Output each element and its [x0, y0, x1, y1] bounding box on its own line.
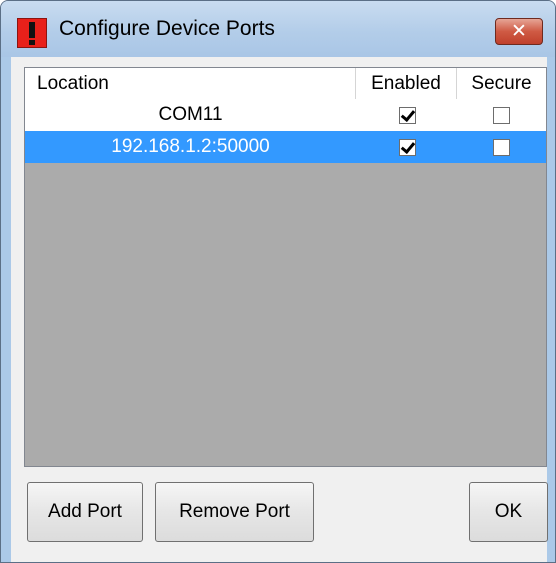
- title-bar[interactable]: Configure Device Ports ✕: [1, 1, 555, 57]
- exclamation-app-icon: [17, 18, 47, 48]
- add-port-button[interactable]: Add Port: [27, 482, 143, 542]
- ports-list[interactable]: Location Enabled Secure COM11 192.168.1.…: [24, 67, 547, 467]
- dialog-client-area: Location Enabled Secure COM11 192.168.1.…: [11, 57, 548, 562]
- location-cell: COM11: [158, 104, 223, 125]
- enabled-checkbox[interactable]: [399, 139, 416, 156]
- column-header-location[interactable]: Location: [25, 68, 356, 99]
- secure-checkbox[interactable]: [493, 139, 510, 156]
- list-header: Location Enabled Secure: [25, 68, 546, 100]
- window-title: Configure Device Ports: [59, 17, 275, 40]
- column-header-secure[interactable]: Secure: [457, 68, 546, 99]
- secure-checkbox[interactable]: [493, 107, 510, 124]
- column-header-enabled[interactable]: Enabled: [356, 68, 457, 99]
- enabled-checkbox[interactable]: [399, 107, 416, 124]
- remove-port-button[interactable]: Remove Port: [155, 482, 314, 542]
- ok-button[interactable]: OK: [469, 482, 548, 542]
- close-button[interactable]: ✕: [495, 18, 543, 45]
- configure-device-ports-dialog: Configure Device Ports ✕ Location Enable…: [0, 0, 556, 563]
- table-row[interactable]: COM11: [25, 99, 546, 131]
- table-row[interactable]: 192.168.1.2:50000: [25, 131, 546, 163]
- location-cell: 192.168.1.2:50000: [111, 136, 270, 157]
